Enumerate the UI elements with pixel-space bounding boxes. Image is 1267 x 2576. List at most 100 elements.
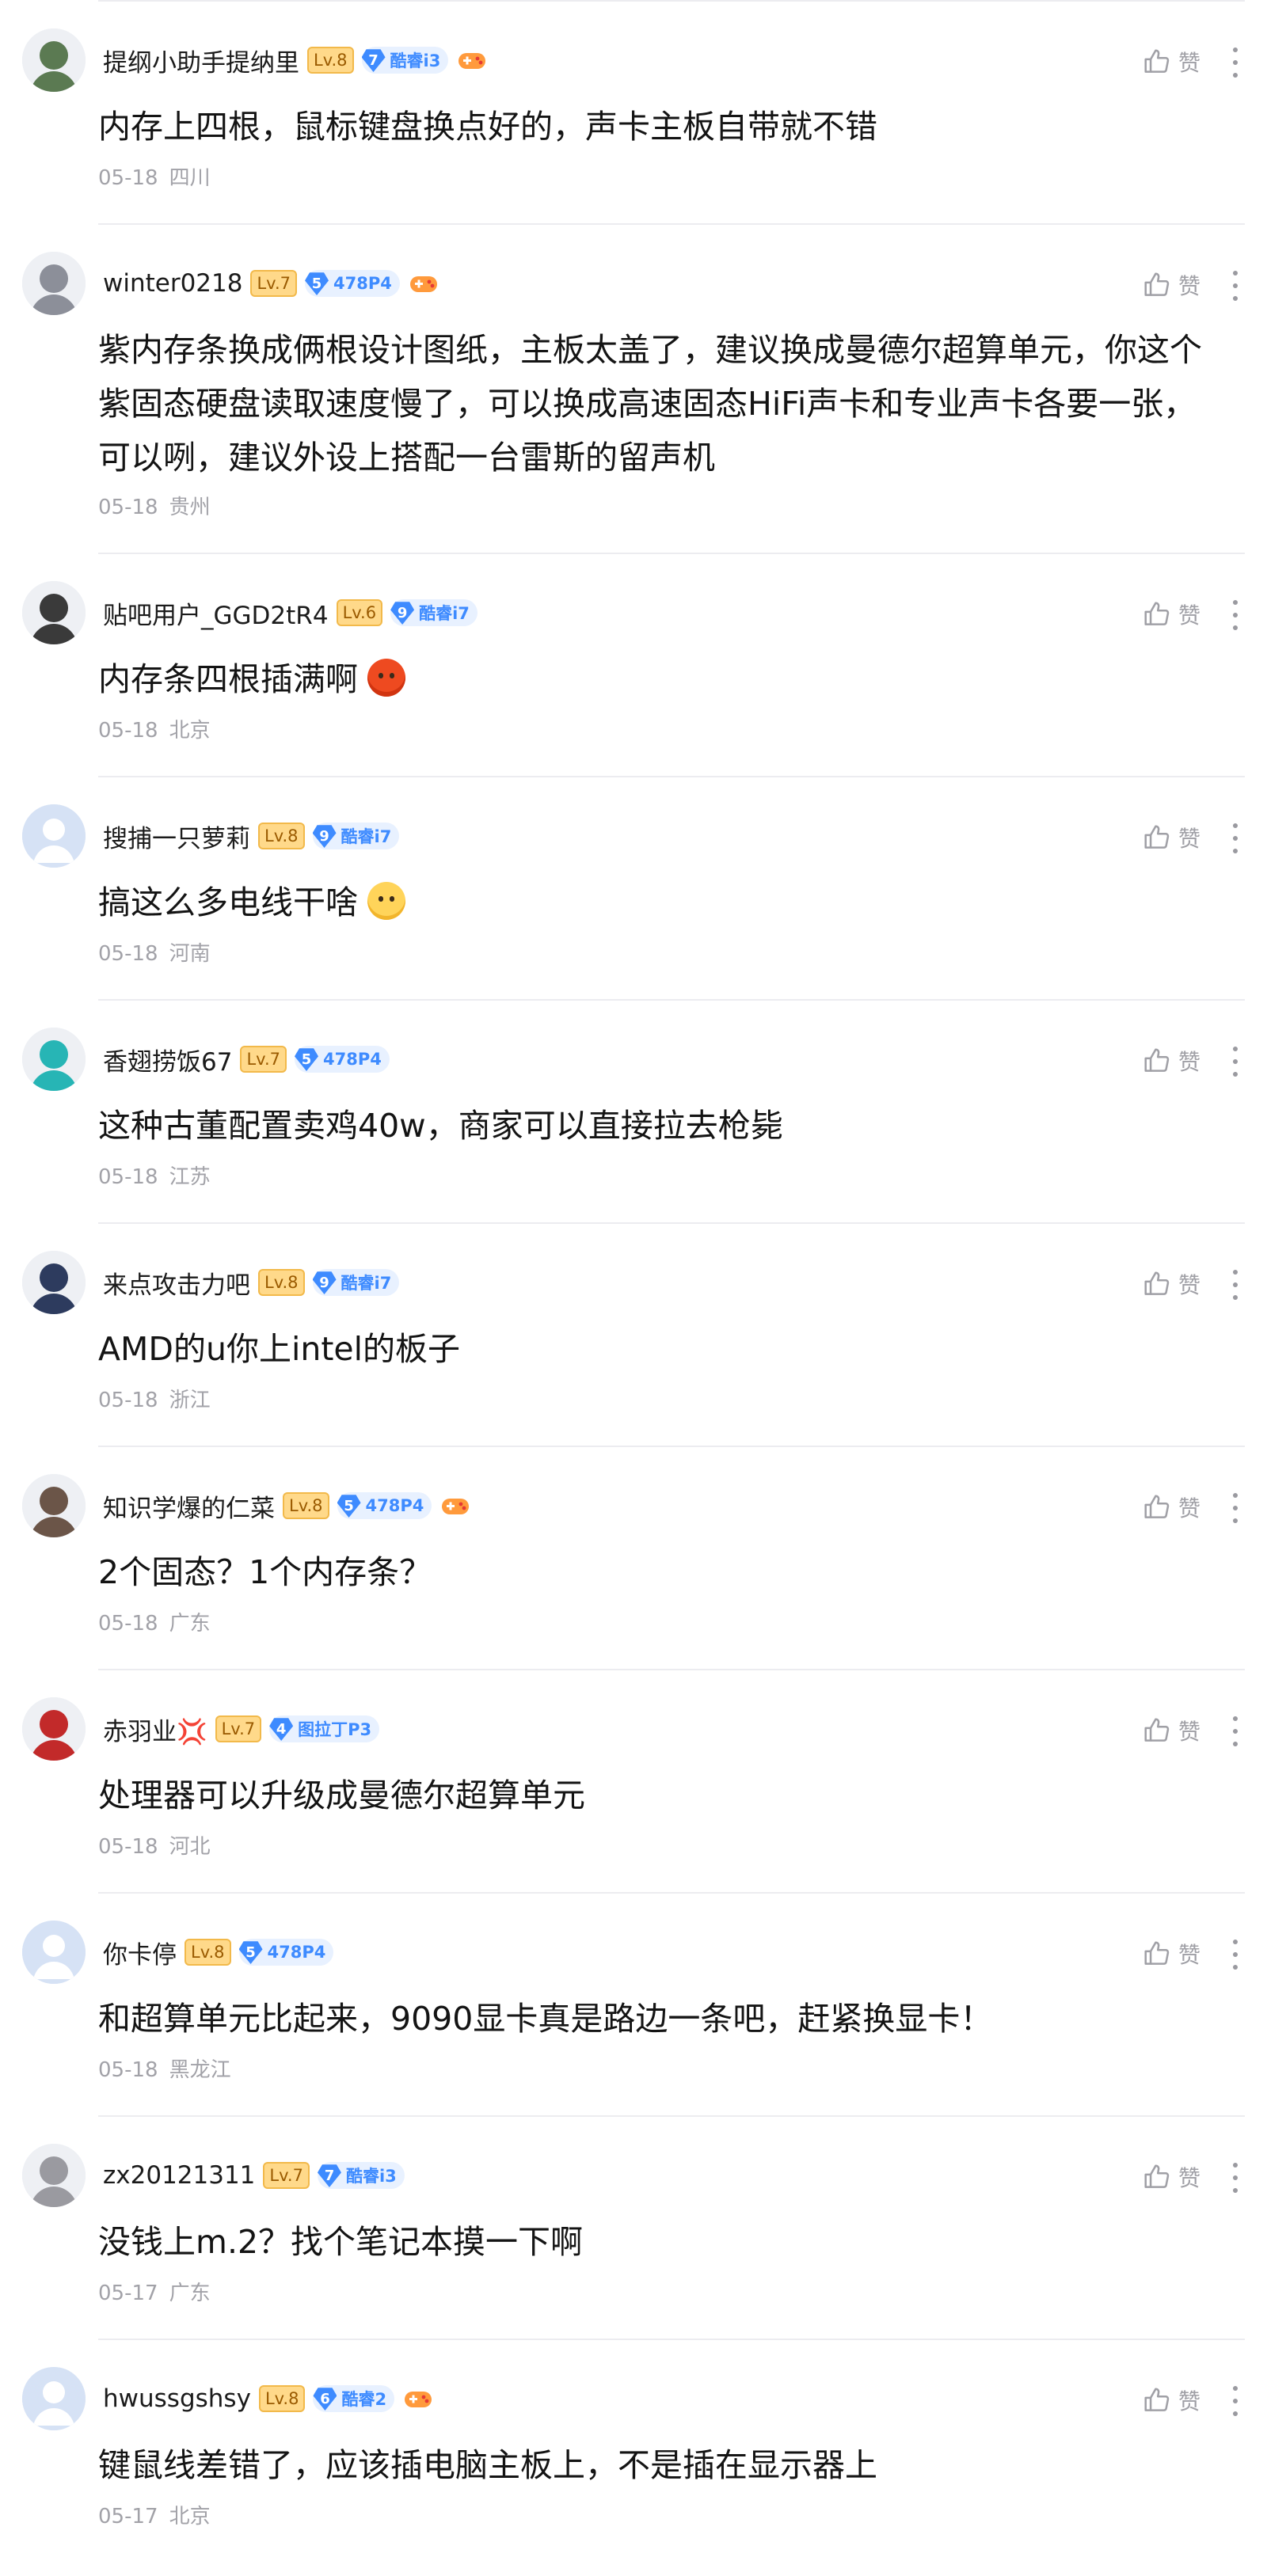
comment-text[interactable]: 内存条四根插满啊 (98, 652, 1226, 706)
comment-text[interactable]: 没钱上m.2？找个笔记本摸一下啊 (98, 2215, 1226, 2269)
rank-number: 7 (361, 49, 386, 72)
comment-meta: 05-17 广东 (98, 2277, 211, 2306)
comment-text-content: 搞这么多电线干啥 (98, 883, 358, 921)
rank-number: 6 (313, 2388, 337, 2411)
comment-meta: 05-18 广东 (98, 1607, 211, 1636)
comment-date: 05-18 (98, 1389, 158, 1412)
more-options-icon[interactable] (1229, 1940, 1242, 1970)
avatar[interactable] (22, 1474, 86, 1537)
rank-number: 5 (305, 272, 329, 295)
comment-item: 赤羽业💢 Lv.7 4 图拉丁P3 处理器可以升级成曼德尔超算单元 05-18 河北 赞 (0, 1669, 1267, 1892)
more-options-icon[interactable] (1229, 1047, 1242, 1077)
like-button[interactable]: 赞 (1142, 269, 1200, 301)
more-options-icon[interactable] (1229, 600, 1242, 630)
comment-text[interactable]: 2个固态？1个内存条？ (98, 1545, 1226, 1599)
like-button[interactable]: 赞 (1142, 1045, 1200, 1077)
comment-text[interactable]: 和超算单元比起来，9090显卡真是路边一条吧，赶紧换显卡！ (98, 1992, 1226, 2046)
like-button[interactable]: 赞 (1142, 1715, 1200, 1746)
username[interactable]: hwussgshsy (103, 2384, 251, 2413)
more-options-icon[interactable] (1229, 2386, 1242, 2416)
username[interactable]: 提纲小助手提纳里 (103, 43, 299, 78)
more-options-icon[interactable] (1229, 47, 1242, 78)
more-options-icon[interactable] (1229, 1493, 1242, 1523)
like-button[interactable]: 赞 (1142, 2161, 1200, 2193)
comment-region: 四川 (169, 166, 211, 190)
like-label: 赞 (1178, 1942, 1200, 1968)
avatar[interactable] (22, 581, 86, 644)
meh-emoji-icon (367, 882, 405, 920)
level-badge: Lv.8 (283, 1492, 329, 1519)
avatar[interactable] (22, 1251, 86, 1314)
avatar[interactable] (22, 1921, 86, 1984)
level-badge: Lv.8 (258, 2385, 306, 2412)
comment-region: 河南 (169, 942, 211, 966)
thumbs-up-icon (1142, 1046, 1172, 1076)
comment-text[interactable]: AMD的u你上intel的板子 (98, 1322, 1226, 1376)
more-options-icon[interactable] (1229, 823, 1242, 853)
like-label: 赞 (1178, 1495, 1200, 1522)
comment-item: 来点攻击力吧 Lv.8 9 酷睿i7 AMD的u你上intel的板子 05-18 浙江 赞 (0, 1222, 1267, 1446)
like-button[interactable]: 赞 (1142, 2384, 1200, 2416)
avatar[interactable] (22, 2367, 86, 2430)
comment-text[interactable]: 内存上四根，鼠标键盘换点好的，声卡主板自带就不错 (98, 100, 1226, 154)
thumbs-up-icon (1142, 823, 1172, 853)
username[interactable]: 赤羽业💢 (103, 1712, 207, 1747)
rank-number: 5 (337, 1495, 361, 1518)
comment-text[interactable]: 搞这么多电线干啥 (98, 876, 1226, 929)
comment-text[interactable]: 紫内存条换成俩根设计图纸，主板太盖了，建议换成曼德尔超算单元，你这个紫固态硬盘读… (98, 323, 1226, 484)
avatar[interactable] (22, 28, 86, 92)
comment-text-content: 和超算单元比起来，9090显卡真是路边一条吧，赶紧换显卡！ (98, 2000, 993, 2038)
level-badge: Lv.8 (258, 823, 305, 849)
like-label: 赞 (1178, 2165, 1200, 2191)
thumbs-up-icon (1142, 599, 1172, 629)
more-options-icon[interactable] (1229, 1716, 1242, 1746)
more-options-icon[interactable] (1229, 2163, 1242, 2193)
avatar[interactable] (22, 252, 86, 315)
comment-region: 北京 (169, 719, 211, 743)
like-button[interactable]: 赞 (1142, 1938, 1200, 1970)
username[interactable]: 来点攻击力吧 (103, 1265, 250, 1301)
rank-badge: 4 图拉丁P3 (269, 1715, 380, 1742)
level-badge: Lv.7 (240, 1046, 287, 1073)
username[interactable]: zx20121311 (103, 2161, 255, 2190)
like-label: 赞 (1178, 1049, 1200, 1075)
rank-number: 5 (238, 1941, 263, 1964)
comment-region: 广东 (169, 2282, 211, 2305)
more-options-icon[interactable] (1229, 1270, 1242, 1300)
username[interactable]: 贴吧用户_GGD2tR4 (103, 595, 329, 631)
avatar[interactable] (22, 1697, 86, 1761)
comment-region: 北京 (169, 2505, 211, 2529)
comment-header: hwussgshsy Lv.8 6 酷睿2 (103, 2378, 434, 2419)
comment-item: 香翅捞饭67 Lv.7 5 478P4 这种古董配置卖鸡40w，商家可以直接拉去枪毙 05… (0, 999, 1267, 1222)
rank-badge: 5 478P4 (238, 1939, 334, 1966)
rank-name: 酷睿i7 (341, 1274, 392, 1293)
like-button[interactable]: 赞 (1142, 822, 1200, 853)
username[interactable]: 香翅捞饭67 (103, 1042, 232, 1077)
like-button[interactable]: 赞 (1142, 1268, 1200, 1300)
comment-text[interactable]: 处理器可以升级成曼德尔超算单元 (98, 1769, 1226, 1822)
comment-header: 提纲小助手提纳里 Lv.8 7 酷睿i3 (103, 40, 488, 81)
comment-header: winter0218 Lv.7 5 478P4 (103, 263, 439, 304)
comment-text[interactable]: 键鼠线差错了，应该插电脑主板上，不是插在显示器上 (98, 2438, 1226, 2492)
comment-item: zx20121311 Lv.7 7 酷睿i3 没钱上m.2？找个笔记本摸一下啊 05-17… (0, 2115, 1267, 2339)
rank-badge: 7 酷睿i3 (361, 47, 449, 74)
username[interactable]: 搜捕一只萝莉 (103, 819, 250, 854)
comment-date: 05-18 (98, 1165, 158, 1189)
thumbs-up-icon (1142, 1492, 1172, 1522)
comment-feed: 提纲小助手提纳里 Lv.8 7 酷睿i3 内存上四根，鼠标键盘换点好的，声卡主板自带就不… (0, 0, 1267, 2562)
avatar[interactable] (22, 2144, 86, 2207)
comment-text-content: 没钱上m.2？找个笔记本摸一下啊 (98, 2223, 584, 2261)
avatar[interactable] (22, 1028, 86, 1091)
like-button[interactable]: 赞 (1142, 46, 1200, 78)
username[interactable]: winter0218 (103, 269, 242, 298)
username[interactable]: 知识学爆的仁菜 (103, 1488, 275, 1524)
comment-text[interactable]: 这种古董配置卖鸡40w，商家可以直接拉去枪毙 (98, 1099, 1226, 1153)
avatar[interactable] (22, 804, 86, 868)
comment-text-content: 处理器可以升级成曼德尔超算单元 (98, 1776, 585, 1814)
more-options-icon[interactable] (1229, 271, 1242, 301)
like-button[interactable]: 赞 (1142, 1491, 1200, 1523)
rank-name: 图拉丁P3 (298, 1720, 372, 1739)
like-button[interactable]: 赞 (1142, 598, 1200, 630)
comment-header: 贴吧用户_GGD2tR4 Lv.6 9 酷睿i7 (103, 592, 478, 633)
username[interactable]: 你卡停 (103, 1935, 177, 1970)
